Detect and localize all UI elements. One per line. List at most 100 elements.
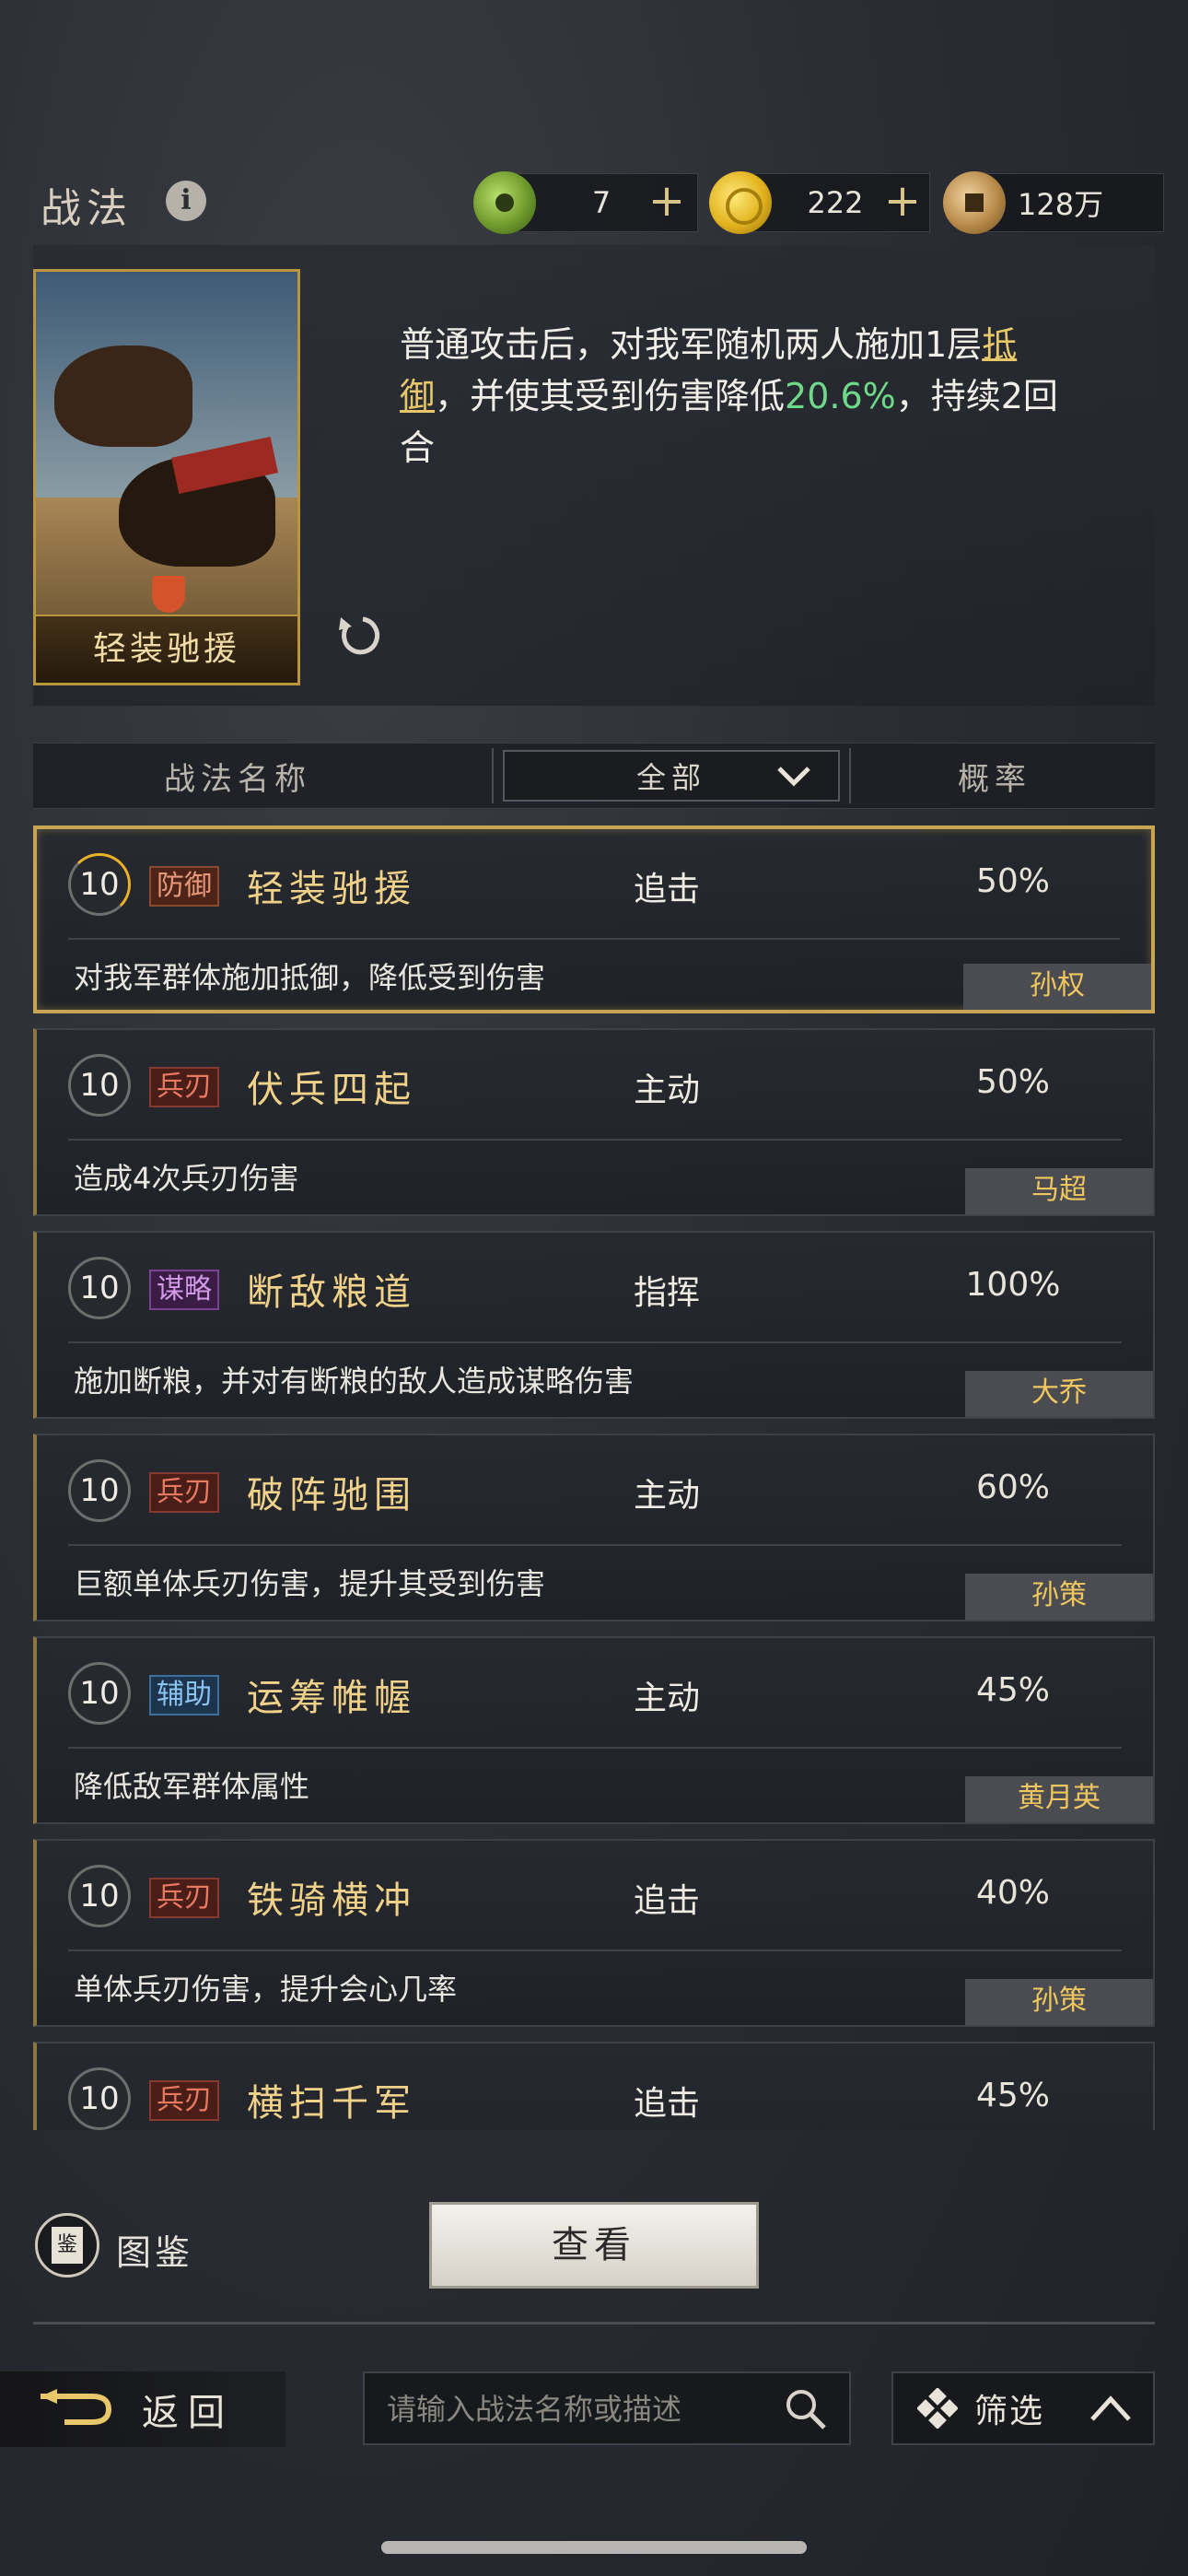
wu-emblem-icon: [152, 576, 185, 613]
row-divider: [68, 938, 1120, 940]
row-divider: [68, 1747, 1122, 1749]
skill-level: 10: [68, 1459, 131, 1522]
view-button[interactable]: 查看: [429, 2202, 759, 2289]
skill-rate: 100%: [965, 1266, 1061, 1304]
skill-summary: 施加断粮，并对有断粮的敌人造成谋略伤害: [74, 1364, 635, 1399]
search-icon[interactable]: [783, 2386, 829, 2432]
skill-summary: 对我军群体施加抵御，降低受到伤害: [74, 960, 546, 995]
skill-name: 运筹帷幄: [247, 1677, 416, 1719]
atlas-glyph: 鉴: [52, 2227, 83, 2264]
skill-owner-badge: 马超: [965, 1168, 1153, 1214]
skill-row[interactable]: 10 兵刃 伏兵四起 主动 50% 造成4次兵刃伤害 马超: [33, 1028, 1155, 1216]
skill-owner-badge: 黄月英: [965, 1776, 1153, 1822]
divider: [33, 2322, 1155, 2324]
filter-label: 筛选: [974, 2393, 1045, 2430]
skill-level: 10: [68, 853, 131, 916]
filter-icon: [917, 2388, 958, 2429]
skill-list[interactable]: 10 防御 轻装驰援 追击 50% 对我军群体施加抵御，降低受到伤害 孙权 10…: [33, 820, 1155, 2130]
add-gold-button[interactable]: +: [875, 175, 930, 230]
skill-category-tag: 兵刃: [149, 2080, 219, 2121]
currency-gold-value: 222: [807, 185, 864, 220]
skill-row[interactable]: 10 辅助 运筹帷幄 主动 45% 降低敌军群体属性 黄月英: [33, 1636, 1155, 1824]
row-divider: [68, 1341, 1122, 1343]
card-name: 轻装驰援: [36, 615, 297, 683]
skill-type: 追击: [634, 2085, 701, 2123]
skill-row[interactable]: 10 兵刃 破阵驰围 主动 60% 巨额单体兵刃伤害，提升其受到伤害 孙策: [33, 1434, 1155, 1622]
skill-name: 轻装驰援: [247, 868, 416, 910]
skill-level: 10: [68, 1054, 131, 1117]
skill-rate: 40%: [975, 1874, 1050, 1912]
skill-category-tag: 兵刃: [149, 1878, 219, 1918]
column-divider: [849, 748, 851, 803]
row-divider: [68, 1950, 1122, 1951]
skill-name: 伏兵四起: [247, 1069, 416, 1111]
skill-rate: 45%: [975, 2077, 1050, 2114]
skill-owner-badge: 孙策: [965, 1979, 1153, 2025]
skill-summary: 造成4次兵刃伤害: [74, 1161, 299, 1196]
skill-name: 横扫千军: [247, 2082, 416, 2125]
category-filter-value: 全部: [635, 760, 706, 795]
skill-level: 10: [68, 1865, 131, 1927]
chevron-down-icon: [777, 767, 810, 787]
skill-summary: 单体兵刃伤害，提升会心几率: [74, 1972, 458, 2007]
skill-type: 主动: [634, 1071, 701, 1109]
search-input[interactable]: [387, 2386, 774, 2432]
skill-category-tag: 兵刃: [149, 1472, 219, 1513]
skill-level: 10: [68, 1257, 131, 1319]
skill-category-tag: 兵刃: [149, 1067, 219, 1107]
skill-type: 指挥: [634, 1274, 701, 1312]
jade-coin-icon: [473, 171, 536, 234]
skill-row[interactable]: 10 谋略 断敌粮道 指挥 100% 施加断粮，并对有断粮的敌人造成谋略伤害 大…: [33, 1231, 1155, 1419]
skill-owner-badge: 孙权: [963, 964, 1151, 1010]
skill-name: 断敌粮道: [247, 1271, 416, 1314]
desc-value: 20.6%: [785, 376, 896, 416]
skill-owner-badge: 大乔: [965, 1371, 1153, 1417]
skill-type: 追击: [634, 1882, 701, 1920]
atlas-icon[interactable]: 鉴: [35, 2213, 99, 2277]
card-art-rider: [54, 345, 192, 447]
desc-text-2: ，并使其受到伤害降低: [435, 376, 786, 416]
skill-rate: 50%: [975, 862, 1050, 900]
skill-name: 铁骑横冲: [247, 1879, 416, 1922]
add-jade-button[interactable]: +: [639, 175, 694, 230]
skill-rate: 60%: [975, 1469, 1050, 1506]
skill-type: 主动: [634, 1680, 701, 1717]
copper-coin-icon: [943, 171, 1006, 234]
skill-type: 追击: [634, 871, 701, 908]
skill-row[interactable]: 10 兵刃 横扫千军 追击 45%: [33, 2042, 1155, 2130]
skill-category-tag: 防御: [149, 866, 219, 907]
category-filter-dropdown[interactable]: 全部: [503, 750, 840, 802]
back-button[interactable]: 返回: [0, 2371, 285, 2447]
row-divider: [68, 1544, 1122, 1546]
desc-text-1: 普通攻击后，对我军随机两人施加1层: [400, 324, 983, 365]
skill-description: 普通攻击后，对我军随机两人施加1层抵御，并使其受到伤害降低20.6%，持续2回合: [400, 319, 1081, 474]
skill-summary: 降低敌军群体属性: [74, 1769, 310, 1804]
search-box[interactable]: [363, 2371, 851, 2445]
atlas-label[interactable]: 图鉴: [116, 2224, 193, 2275]
back-arrow-icon: [41, 2389, 112, 2425]
skill-row[interactable]: 10 防御 轻装驰援 追击 50% 对我军群体施加抵御，降低受到伤害 孙权: [33, 825, 1155, 1013]
skill-category-tag: 谋略: [149, 1270, 219, 1310]
back-label: 返回: [142, 2392, 234, 2434]
skill-row[interactable]: 10 兵刃 铁骑横冲 追击 40% 单体兵刃伤害，提升会心几率 孙策: [33, 1839, 1155, 2027]
skill-rate: 50%: [975, 1063, 1050, 1101]
currency-copper-value: 128万: [1018, 187, 1104, 222]
filter-button[interactable]: 筛选: [891, 2371, 1155, 2445]
skill-owner-badge: 孙策: [965, 1574, 1153, 1620]
skill-summary: 巨额单体兵刃伤害，提升其受到伤害: [74, 1566, 546, 1601]
chevron-up-icon: [1090, 2395, 1131, 2421]
gold-coin-icon: [709, 171, 772, 234]
info-icon[interactable]: i: [166, 181, 206, 221]
refresh-icon[interactable]: [333, 608, 385, 660]
skill-name: 破阵驰围: [247, 1474, 416, 1516]
skill-card[interactable]: 轻装驰援: [33, 269, 300, 685]
skill-category-tag: 辅助: [149, 1675, 219, 1715]
home-indicator[interactable]: [381, 2541, 807, 2554]
skill-type: 主动: [634, 1477, 701, 1515]
column-header-rate: 概率: [958, 761, 1031, 798]
column-header-name: 战法名称: [164, 761, 311, 798]
row-divider: [68, 1139, 1122, 1141]
skill-rate: 45%: [975, 1671, 1050, 1709]
column-divider: [492, 748, 494, 803]
currency-jade-value: 7: [591, 185, 611, 220]
